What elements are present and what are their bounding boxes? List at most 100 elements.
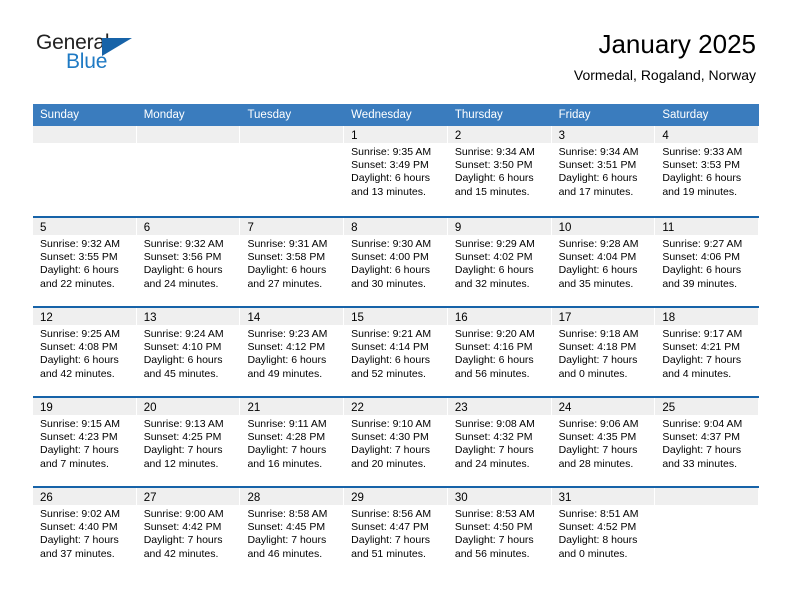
day-sun-info: Sunrise: 9:15 AM Sunset: 4:23 PM Daylight:… xyxy=(33,415,136,471)
calendar-weeks: 1 Sunrise: 9:35 AM Sunset: 3:49 PM Daylight… xyxy=(33,126,760,576)
sunrise-text: Sunrise: 9:35 AM xyxy=(351,146,432,158)
daylight-text-line1: Daylight: 7 hours xyxy=(662,354,742,367)
daylight-text-line2: and 37 minutes. xyxy=(40,547,115,560)
sunset-text: Sunset: 3:56 PM xyxy=(143,251,222,264)
daylight-text-line2: and 42 minutes. xyxy=(143,547,219,560)
calendar-day-cell[interactable]: 1 Sunrise: 9:35 AM Sunset: 3:49 PM Daylight… xyxy=(344,126,448,216)
sunset-text: Sunset: 4:45 PM xyxy=(247,521,326,534)
calendar-day-cell[interactable]: 11 Sunrise: 9:27 AM Sunset: 4:06 PM Dayligh… xyxy=(655,218,760,306)
day-sun-info: Sunrise: 9:25 AM Sunset: 4:08 PM Daylight:… xyxy=(33,325,136,381)
calendar-day-cell[interactable]: 7 Sunrise: 9:31 AM Sunset: 3:58 PM Daylight… xyxy=(240,218,345,306)
day-number: 20 xyxy=(143,402,157,414)
daylight-text-line2: and 39 minutes. xyxy=(662,277,738,290)
day-sun-info: Sunrise: 8:56 AM Sunset: 4:47 PM Daylight:… xyxy=(344,505,447,561)
day-number: 14 xyxy=(247,312,261,324)
daylight-text-line1: Daylight: 6 hours xyxy=(454,264,534,277)
sunrise-text: Sunrise: 9:29 AM xyxy=(454,238,535,250)
sunrise-text: Sunrise: 9:28 AM xyxy=(558,238,639,250)
sunset-text: Sunset: 3:51 PM xyxy=(558,159,637,172)
day-number: 6 xyxy=(143,222,151,234)
daylight-text-line1: Daylight: 6 hours xyxy=(40,354,119,367)
calendar-day-cell-empty xyxy=(655,488,760,576)
sunset-text: Sunset: 4:04 PM xyxy=(558,251,637,264)
daylight-text-line1: Daylight: 7 hours xyxy=(40,534,119,547)
day-sun-info: Sunrise: 8:51 AM Sunset: 4:52 PM Daylight:… xyxy=(552,505,655,561)
daylight-text-line1: Daylight: 8 hours xyxy=(558,534,638,547)
calendar-day-cell[interactable]: 14 Sunrise: 9:23 AM Sunset: 4:12 PM Dayligh… xyxy=(240,308,345,396)
date-band: 8 xyxy=(344,218,447,235)
calendar-day-cell[interactable]: 29 Sunrise: 8:56 AM Sunset: 4:47 PM Dayligh… xyxy=(344,488,448,576)
calendar-day-cell[interactable]: 23 Sunrise: 9:08 AM Sunset: 4:32 PM Dayligh… xyxy=(447,398,552,486)
day-sun-info: Sunrise: 9:20 AM Sunset: 4:16 PM Daylight:… xyxy=(448,325,551,381)
calendar-day-cell[interactable]: 31 Sunrise: 8:51 AM Sunset: 4:52 PM Dayligh… xyxy=(551,488,656,576)
day-sun-info: Sunrise: 8:58 AM Sunset: 4:45 PM Daylight:… xyxy=(240,505,343,561)
date-band: 23 xyxy=(447,398,551,415)
date-band xyxy=(655,488,759,505)
day-number: 28 xyxy=(247,492,261,504)
day-number: 23 xyxy=(454,402,468,414)
date-band xyxy=(136,126,240,143)
calendar-day-cell[interactable]: 20 Sunrise: 9:13 AM Sunset: 4:25 PM Dayligh… xyxy=(136,398,241,486)
calendar-day-cell[interactable]: 17 Sunrise: 9:18 AM Sunset: 4:18 PM Dayligh… xyxy=(551,308,656,396)
day-sun-info: Sunrise: 9:02 AM Sunset: 4:40 PM Daylight:… xyxy=(33,505,136,561)
sunrise-text: Sunrise: 9:31 AM xyxy=(247,238,328,250)
sunrise-text: Sunrise: 9:00 AM xyxy=(143,508,224,520)
sunrise-text: Sunrise: 8:58 AM xyxy=(247,508,328,520)
daylight-text-line2: and 51 minutes. xyxy=(351,547,426,560)
calendar-day-cell[interactable]: 13 Sunrise: 9:24 AM Sunset: 4:10 PM Dayligh… xyxy=(136,308,241,396)
day-number: 26 xyxy=(40,492,53,504)
calendar-day-cell[interactable]: 16 Sunrise: 9:20 AM Sunset: 4:16 PM Dayligh… xyxy=(447,308,552,396)
calendar-day-cell[interactable]: 30 Sunrise: 8:53 AM Sunset: 4:50 PM Dayligh… xyxy=(447,488,552,576)
sunrise-text: Sunrise: 9:15 AM xyxy=(40,418,120,430)
calendar-day-cell[interactable]: 12 Sunrise: 9:25 AM Sunset: 4:08 PM Dayligh… xyxy=(33,308,137,396)
day-number: 17 xyxy=(558,312,572,324)
calendar-day-cell[interactable]: 24 Sunrise: 9:06 AM Sunset: 4:35 PM Dayligh… xyxy=(551,398,656,486)
calendar-day-cell[interactable]: 27 Sunrise: 9:00 AM Sunset: 4:42 PM Dayligh… xyxy=(136,488,241,576)
calendar-day-cell[interactable]: 8 Sunrise: 9:30 AM Sunset: 4:00 PM Daylight… xyxy=(344,218,448,306)
calendar-day-cell[interactable]: 9 Sunrise: 9:29 AM Sunset: 4:02 PM Daylight… xyxy=(447,218,552,306)
sunset-text: Sunset: 4:47 PM xyxy=(351,521,429,534)
weekday-header-thursday: Thursday xyxy=(454,109,503,121)
logo-text-blue: Blue xyxy=(66,50,108,73)
daylight-text-line1: Daylight: 6 hours xyxy=(662,264,742,277)
calendar-day-cell[interactable]: 21 Sunrise: 9:11 AM Sunset: 4:28 PM Dayligh… xyxy=(240,398,345,486)
daylight-text-line1: Daylight: 7 hours xyxy=(351,534,430,547)
sunrise-text: Sunrise: 9:32 AM xyxy=(143,238,224,250)
calendar-day-cell[interactable]: 3 Sunrise: 9:34 AM Sunset: 3:51 PM Daylight… xyxy=(551,126,656,216)
day-sun-info: Sunrise: 9:29 AM Sunset: 4:02 PM Daylight:… xyxy=(448,235,551,291)
calendar-day-cell[interactable]: 19 Sunrise: 9:15 AM Sunset: 4:23 PM Dayligh… xyxy=(33,398,137,486)
calendar-day-cell[interactable]: 10 Sunrise: 9:28 AM Sunset: 4:04 PM Dayligh… xyxy=(551,218,656,306)
sunrise-text: Sunrise: 9:33 AM xyxy=(662,146,743,158)
sunset-text: Sunset: 4:12 PM xyxy=(247,341,326,354)
weekday-header-friday: Friday xyxy=(558,109,591,121)
daylight-text-line2: and 56 minutes. xyxy=(454,547,530,560)
daylight-text-line1: Daylight: 6 hours xyxy=(558,172,638,185)
date-band: 17 xyxy=(551,308,655,325)
sunset-text: Sunset: 4:50 PM xyxy=(454,521,533,534)
day-sun-info: Sunrise: 9:06 AM Sunset: 4:35 PM Daylight:… xyxy=(552,415,655,471)
sunrise-text: Sunrise: 9:20 AM xyxy=(454,328,535,340)
calendar-day-cell[interactable]: 22 Sunrise: 9:10 AM Sunset: 4:30 PM Dayligh… xyxy=(344,398,448,486)
calendar-day-cell[interactable]: 5 Sunrise: 9:32 AM Sunset: 3:55 PM Daylight… xyxy=(33,218,137,306)
sunset-text: Sunset: 4:42 PM xyxy=(143,521,222,534)
calendar-day-cell[interactable]: 26 Sunrise: 9:02 AM Sunset: 4:40 PM Dayligh… xyxy=(33,488,137,576)
daylight-text-line1: Daylight: 6 hours xyxy=(454,172,534,185)
day-number: 27 xyxy=(143,492,157,504)
calendar-week-row: 12 Sunrise: 9:25 AM Sunset: 4:08 PM Dayligh… xyxy=(33,306,760,396)
calendar-day-cell[interactable]: 25 Sunrise: 9:04 AM Sunset: 4:37 PM Dayligh… xyxy=(655,398,760,486)
sunset-text: Sunset: 4:10 PM xyxy=(143,341,222,354)
sunset-text: Sunset: 4:14 PM xyxy=(351,341,429,354)
calendar-day-cell[interactable]: 28 Sunrise: 8:58 AM Sunset: 4:45 PM Dayligh… xyxy=(240,488,345,576)
calendar-day-cell[interactable]: 18 Sunrise: 9:17 AM Sunset: 4:21 PM Dayligh… xyxy=(655,308,760,396)
sunset-text: Sunset: 4:21 PM xyxy=(662,341,740,354)
calendar-day-cell[interactable]: 2 Sunrise: 9:34 AM Sunset: 3:50 PM Daylight… xyxy=(447,126,552,216)
calendar-day-cell[interactable]: 15 Sunrise: 9:21 AM Sunset: 4:14 PM Dayligh… xyxy=(344,308,448,396)
calendar-day-cell[interactable]: 4 Sunrise: 9:33 AM Sunset: 3:53 PM Daylight… xyxy=(655,126,760,216)
day-number: 16 xyxy=(454,312,468,324)
daylight-text-line2: and 24 minutes. xyxy=(454,457,530,470)
calendar-day-cell[interactable]: 6 Sunrise: 9:32 AM Sunset: 3:56 PM Daylight… xyxy=(136,218,241,306)
daylight-text-line2: and 46 minutes. xyxy=(247,547,323,560)
date-band: 5 xyxy=(33,218,136,235)
daylight-text-line2: and 45 minutes. xyxy=(143,367,219,380)
sunset-text: Sunset: 4:25 PM xyxy=(143,431,222,444)
